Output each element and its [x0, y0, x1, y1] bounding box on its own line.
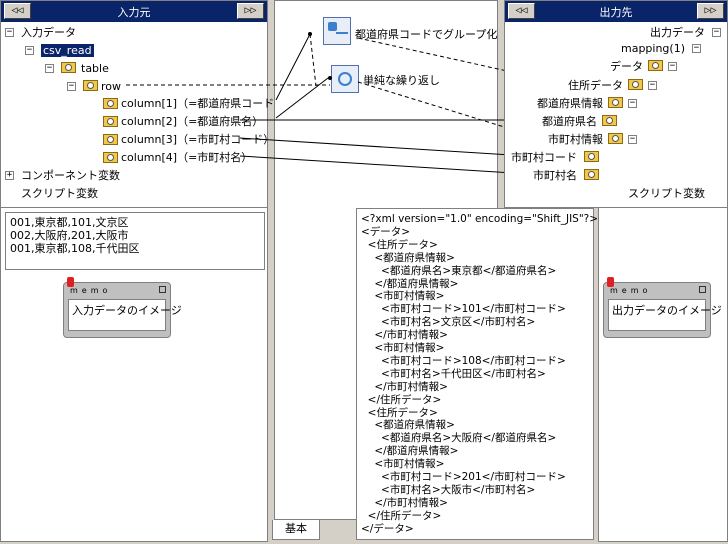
sample-line: 002,大阪府,201,大阪市 — [10, 229, 129, 242]
input-next-button[interactable]: ▷▷ — [237, 3, 264, 19]
xml-preview: <?xml version="1.0" encoding="Shift_JIS"… — [356, 208, 598, 540]
row-folder-icon — [83, 80, 98, 91]
output-panel-title: 出力先 — [599, 6, 633, 19]
xml-line: </住所データ> — [361, 509, 442, 522]
xml-line: </市町村情報> — [361, 496, 448, 509]
column-icon — [103, 152, 118, 163]
sample-line: 001,東京都,108,千代田区 — [10, 242, 140, 255]
output-root-node[interactable]: 出力データ — [650, 26, 705, 39]
city-code-node[interactable]: 市町村コード — [511, 151, 577, 164]
xml-line: </市町村情報> — [361, 380, 448, 393]
group-node-icon[interactable] — [323, 17, 351, 45]
loop-node-icon[interactable] — [331, 65, 359, 93]
xml-line: </都道府県情報> — [361, 445, 459, 458]
xml-line: <市町村名>千代田区</市町村名> — [361, 367, 546, 380]
output-panel: ◁◁ 出力先 ▷▷ 出力データ − mapping(1) − データ − 住所デ… — [504, 0, 728, 208]
column-icon — [103, 116, 118, 127]
memo-caption: memo — [70, 286, 112, 295]
output-lower-area: memo 出力データのイメージ — [598, 208, 728, 542]
city-name-node[interactable]: 市町村名 — [533, 169, 577, 182]
output-memo[interactable]: memo 出力データのイメージ — [603, 277, 722, 338]
xml-line: <データ> — [361, 225, 411, 238]
city-info-toggle[interactable]: − — [628, 135, 637, 144]
pref-info-node[interactable]: 都道府県情報 — [537, 97, 603, 110]
output-next-button[interactable]: ▷▷ — [697, 3, 724, 19]
column-2-node[interactable]: column[2]（=都道府県名） — [121, 115, 263, 128]
address-toggle[interactable]: − — [648, 81, 657, 90]
mapping-node[interactable]: mapping(1) — [621, 42, 685, 55]
xml-line: <市町村情報> — [361, 342, 445, 354]
row-toggle[interactable]: − — [67, 82, 76, 91]
xml-line: </データ> — [361, 522, 414, 535]
pref-info-toggle[interactable]: − — [628, 99, 637, 108]
loop-node-label[interactable]: 単純な繰り返し — [363, 74, 440, 87]
xml-line: <住所データ> — [361, 406, 438, 419]
xml-line: <市町村情報> — [361, 458, 445, 471]
xml-line: <都道府県情報> — [361, 251, 455, 264]
xml-line: <住所データ> — [361, 238, 438, 251]
city-info-folder-icon — [608, 133, 623, 144]
xml-line: <市町村コード>108</市町村コード> — [361, 354, 566, 367]
input-lower-area: 001,東京都,101,文京区 002,大阪府,201,大阪市 001,東京都,… — [0, 208, 268, 542]
output-panel-header: ◁◁ 出力先 ▷▷ — [505, 1, 727, 22]
tab-basic[interactable]: 基本 — [272, 520, 320, 540]
column-1-node[interactable]: column[1]（=都道府県コード） — [121, 97, 285, 110]
row-node[interactable]: row — [101, 80, 121, 93]
input-panel-title: 入力元 — [117, 6, 151, 19]
input-panel-header: ◁◁ 入力元 ▷▷ — [1, 1, 267, 22]
component-vars-toggle[interactable]: + — [5, 171, 14, 180]
xml-line: <都道府県情報> — [361, 419, 455, 432]
data-toggle[interactable]: − — [668, 62, 677, 71]
memo-caption: memo — [610, 286, 652, 295]
xml-line: </市町村情報> — [361, 329, 448, 342]
xml-line: <都道府県名>東京都</都道府県名> — [361, 264, 557, 277]
xml-line: <市町村名>文京区</市町村名> — [361, 316, 536, 329]
xml-line: <?xml version="1.0" encoding="Shift_JIS"… — [361, 213, 599, 225]
group-node-label[interactable]: 都道府県コードでグループ化 — [355, 28, 497, 41]
xml-line: </住所データ> — [361, 393, 442, 406]
output-root-toggle[interactable]: − — [712, 28, 721, 37]
xml-line: <市町村コード>201</市町村コード> — [361, 471, 566, 483]
table-node[interactable]: table — [81, 62, 109, 75]
sample-line: 001,東京都,101,文京区 — [10, 216, 129, 229]
column-icon — [103, 134, 118, 145]
address-node[interactable]: 住所データ — [568, 79, 623, 92]
output-script-vars-node[interactable]: スクリプト変数 — [628, 187, 705, 200]
xml-line: <市町村名>大阪市</市町村名> — [361, 483, 536, 496]
memo-minimize-icon[interactable] — [159, 286, 166, 293]
xml-line: <市町村コード>101</市町村コード> — [361, 303, 566, 316]
input-panel: ◁◁ 入力元 ▷▷ − 入力データ − csv_read − table − r… — [0, 0, 285, 208]
xml-line: </都道府県情報> — [361, 277, 459, 290]
city-code-icon — [584, 151, 599, 162]
column-3-node[interactable]: column[3]（=市町村コード） — [121, 133, 274, 146]
input-root-node[interactable]: 入力データ — [21, 26, 76, 39]
city-name-icon — [584, 169, 599, 180]
data-node[interactable]: データ — [610, 60, 643, 73]
xml-line: <市町村情報> — [361, 290, 445, 303]
pref-name-icon — [602, 115, 617, 126]
csv-read-node[interactable]: csv_read — [41, 44, 94, 57]
component-vars-node[interactable]: コンポーネント変数 — [21, 169, 120, 182]
input-sample-box: 001,東京都,101,文京区 002,大阪府,201,大阪市 001,東京都,… — [5, 212, 265, 270]
input-root-toggle[interactable]: − — [5, 28, 14, 37]
csv-toggle[interactable]: − — [25, 46, 34, 55]
table-folder-icon — [61, 62, 76, 73]
memo-minimize-icon[interactable] — [699, 286, 706, 293]
address-folder-icon — [628, 79, 643, 90]
memo-text: 出力データのイメージ — [608, 299, 722, 331]
data-folder-icon — [648, 60, 663, 71]
column-icon — [103, 98, 118, 109]
input-memo[interactable]: memo 入力データのイメージ — [63, 277, 182, 338]
xml-line: <都道府県名>大阪府</都道府県名> — [361, 432, 557, 445]
script-vars-node[interactable]: スクリプト変数 — [21, 187, 98, 200]
pref-info-folder-icon — [608, 97, 623, 108]
memo-text: 入力データのイメージ — [68, 299, 182, 331]
table-toggle[interactable]: − — [45, 64, 54, 73]
city-info-node[interactable]: 市町村情報 — [548, 133, 603, 146]
mapping-toggle[interactable]: − — [692, 44, 701, 53]
pref-name-node[interactable]: 都道府県名 — [542, 115, 597, 128]
column-4-node[interactable]: column[4]（=市町村名） — [121, 151, 252, 164]
